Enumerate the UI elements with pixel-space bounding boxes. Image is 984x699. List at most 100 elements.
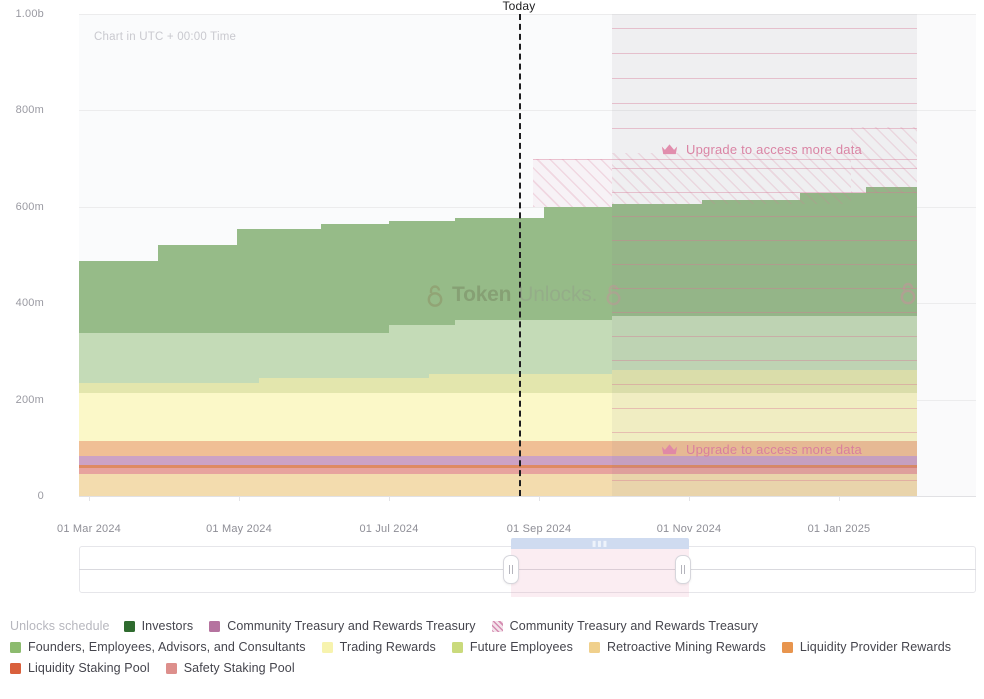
y-tick-label: 400m bbox=[0, 297, 44, 309]
legend-item-community-treasury-solid[interactable]: Community Treasury and Rewards Treasury bbox=[209, 619, 475, 633]
legend-item-safety-staking-pool[interactable]: Safety Staking Pool bbox=[166, 661, 295, 675]
legend-item-liquidity-provider-rewards[interactable]: Liquidity Provider Rewards bbox=[782, 640, 951, 654]
x-tick bbox=[389, 496, 390, 501]
legend-row: Unlocks schedule Investors Community Tre… bbox=[10, 619, 974, 633]
legend-label: Founders, Employees, Advisors, and Consu… bbox=[28, 640, 306, 654]
legend-swatch bbox=[589, 642, 600, 653]
locked-rule bbox=[612, 78, 917, 79]
legend-label: Retroactive Mining Rewards bbox=[607, 640, 766, 654]
upgrade-cta-label: Upgrade to access more data bbox=[686, 142, 862, 157]
locked-rule bbox=[612, 28, 917, 29]
locked-rule bbox=[612, 336, 917, 337]
x-tick-label: 01 Jul 2024 bbox=[359, 523, 418, 535]
legend-item-founders-employees[interactable]: Founders, Employees, Advisors, and Consu… bbox=[10, 640, 306, 654]
y-tick-label: 1.00b bbox=[0, 8, 44, 20]
x-tick bbox=[89, 496, 90, 501]
legend-label: Liquidity Provider Rewards bbox=[800, 640, 951, 654]
chart-legend: Unlocks schedule Investors Community Tre… bbox=[10, 619, 974, 675]
locked-rule bbox=[533, 159, 917, 160]
token-unlocks-chart-page: Upgrade to access more data Upgrade to a… bbox=[0, 0, 984, 699]
x-tick bbox=[239, 496, 240, 501]
plot-unlocked-background bbox=[79, 14, 612, 496]
legend-swatch bbox=[166, 663, 177, 674]
x-tick-label: 01 May 2024 bbox=[206, 523, 272, 535]
legend-swatch bbox=[452, 642, 463, 653]
legend-label: Community Treasury and Rewards Treasury bbox=[510, 619, 758, 633]
legend-swatch bbox=[10, 663, 21, 674]
chart-container: Upgrade to access more data Upgrade to a… bbox=[0, 0, 984, 540]
watermark-primary: Token bbox=[452, 283, 511, 307]
x-tick-label: 01 Mar 2024 bbox=[57, 523, 121, 535]
locked-rule bbox=[612, 384, 917, 385]
legend-row: Founders, Employees, Advisors, and Consu… bbox=[10, 640, 974, 654]
x-tick-label: 01 Nov 2024 bbox=[657, 523, 722, 535]
range-slider-drag-bar[interactable]: ▮▮▮ bbox=[511, 538, 689, 549]
locked-rule bbox=[612, 264, 917, 265]
legend-label: Community Treasury and Rewards Treasury bbox=[227, 619, 475, 633]
locked-rule bbox=[612, 216, 917, 217]
legend-item-community-treasury-hatched[interactable]: Community Treasury and Rewards Treasury bbox=[492, 619, 758, 633]
locked-rule bbox=[612, 432, 917, 433]
locked-rule bbox=[612, 467, 917, 468]
legend-swatch bbox=[10, 642, 21, 653]
legend-row: Liquidity Staking Pool Safety Staking Po… bbox=[10, 661, 974, 675]
y-tick-label: 0 bbox=[0, 490, 44, 502]
x-tick-label: 01 Jan 2025 bbox=[808, 523, 871, 535]
y-tick-label: 800m bbox=[0, 104, 44, 116]
tokenunlocks-watermark: Token Unlocks. bbox=[425, 283, 597, 307]
legend-item-liquidity-staking-pool[interactable]: Liquidity Staking Pool bbox=[10, 661, 150, 675]
legend-title: Unlocks schedule bbox=[10, 619, 110, 633]
band-projected-community-treasury bbox=[851, 127, 917, 193]
locked-rule bbox=[612, 360, 917, 361]
locked-rule bbox=[612, 128, 917, 129]
legend-swatch bbox=[782, 642, 793, 653]
legend-swatch bbox=[322, 642, 333, 653]
range-slider-handle-left[interactable] bbox=[503, 555, 519, 584]
y-tick-label: 200m bbox=[0, 394, 44, 406]
range-slider-handle-right[interactable] bbox=[675, 555, 691, 584]
legend-label: Future Employees bbox=[470, 640, 573, 654]
locked-data-overlay bbox=[612, 14, 917, 496]
upgrade-cta-label: Upgrade to access more data bbox=[686, 442, 862, 457]
x-tick bbox=[839, 496, 840, 501]
unlock-icon-right bbox=[898, 281, 918, 305]
locked-rule bbox=[612, 168, 917, 169]
legend-item-retroactive-mining-rewards[interactable]: Retroactive Mining Rewards bbox=[589, 640, 766, 654]
x-tick bbox=[689, 496, 690, 501]
unlock-icon-middle bbox=[604, 283, 623, 306]
range-slider[interactable]: ▮▮▮ bbox=[79, 546, 976, 593]
upgrade-cta-bottom[interactable]: Upgrade to access more data bbox=[661, 442, 862, 457]
locked-rule bbox=[612, 312, 917, 313]
today-marker-label: Today bbox=[502, 0, 535, 13]
legend-label: Investors bbox=[142, 619, 194, 633]
range-slider-selection[interactable] bbox=[511, 541, 689, 597]
upgrade-cta-top[interactable]: Upgrade to access more data bbox=[661, 142, 862, 157]
legend-label: Liquidity Staking Pool bbox=[28, 661, 150, 675]
locked-rule bbox=[612, 53, 917, 54]
legend-label: Safety Staking Pool bbox=[184, 661, 295, 675]
legend-label: Trading Rewards bbox=[340, 640, 436, 654]
x-tick-label: 01 Sep 2024 bbox=[507, 523, 572, 535]
band-projected-community-treasury bbox=[533, 159, 612, 207]
locked-rule bbox=[612, 288, 917, 289]
y-tick-label: 600m bbox=[0, 201, 44, 213]
locked-rule bbox=[612, 240, 917, 241]
crown-icon bbox=[661, 143, 678, 156]
unlock-icon bbox=[425, 284, 445, 307]
x-tick bbox=[539, 496, 540, 501]
band-projected-community-treasury bbox=[612, 153, 851, 204]
watermark-secondary: Unlocks. bbox=[518, 283, 597, 307]
locked-rule bbox=[612, 480, 917, 481]
legend-swatch-hatched bbox=[492, 621, 503, 632]
x-axis-baseline bbox=[79, 496, 976, 497]
legend-swatch bbox=[124, 621, 135, 632]
legend-item-investors[interactable]: Investors bbox=[124, 619, 194, 633]
crown-icon bbox=[661, 443, 678, 456]
legend-item-trading-rewards[interactable]: Trading Rewards bbox=[322, 640, 436, 654]
today-marker-line bbox=[519, 14, 521, 496]
utc-note: Chart in UTC + 00:00 Time bbox=[94, 31, 236, 43]
locked-rule bbox=[612, 408, 917, 409]
legend-item-future-employees[interactable]: Future Employees bbox=[452, 640, 573, 654]
legend-swatch bbox=[209, 621, 220, 632]
drag-grip-icon: ▮▮▮ bbox=[592, 540, 608, 548]
